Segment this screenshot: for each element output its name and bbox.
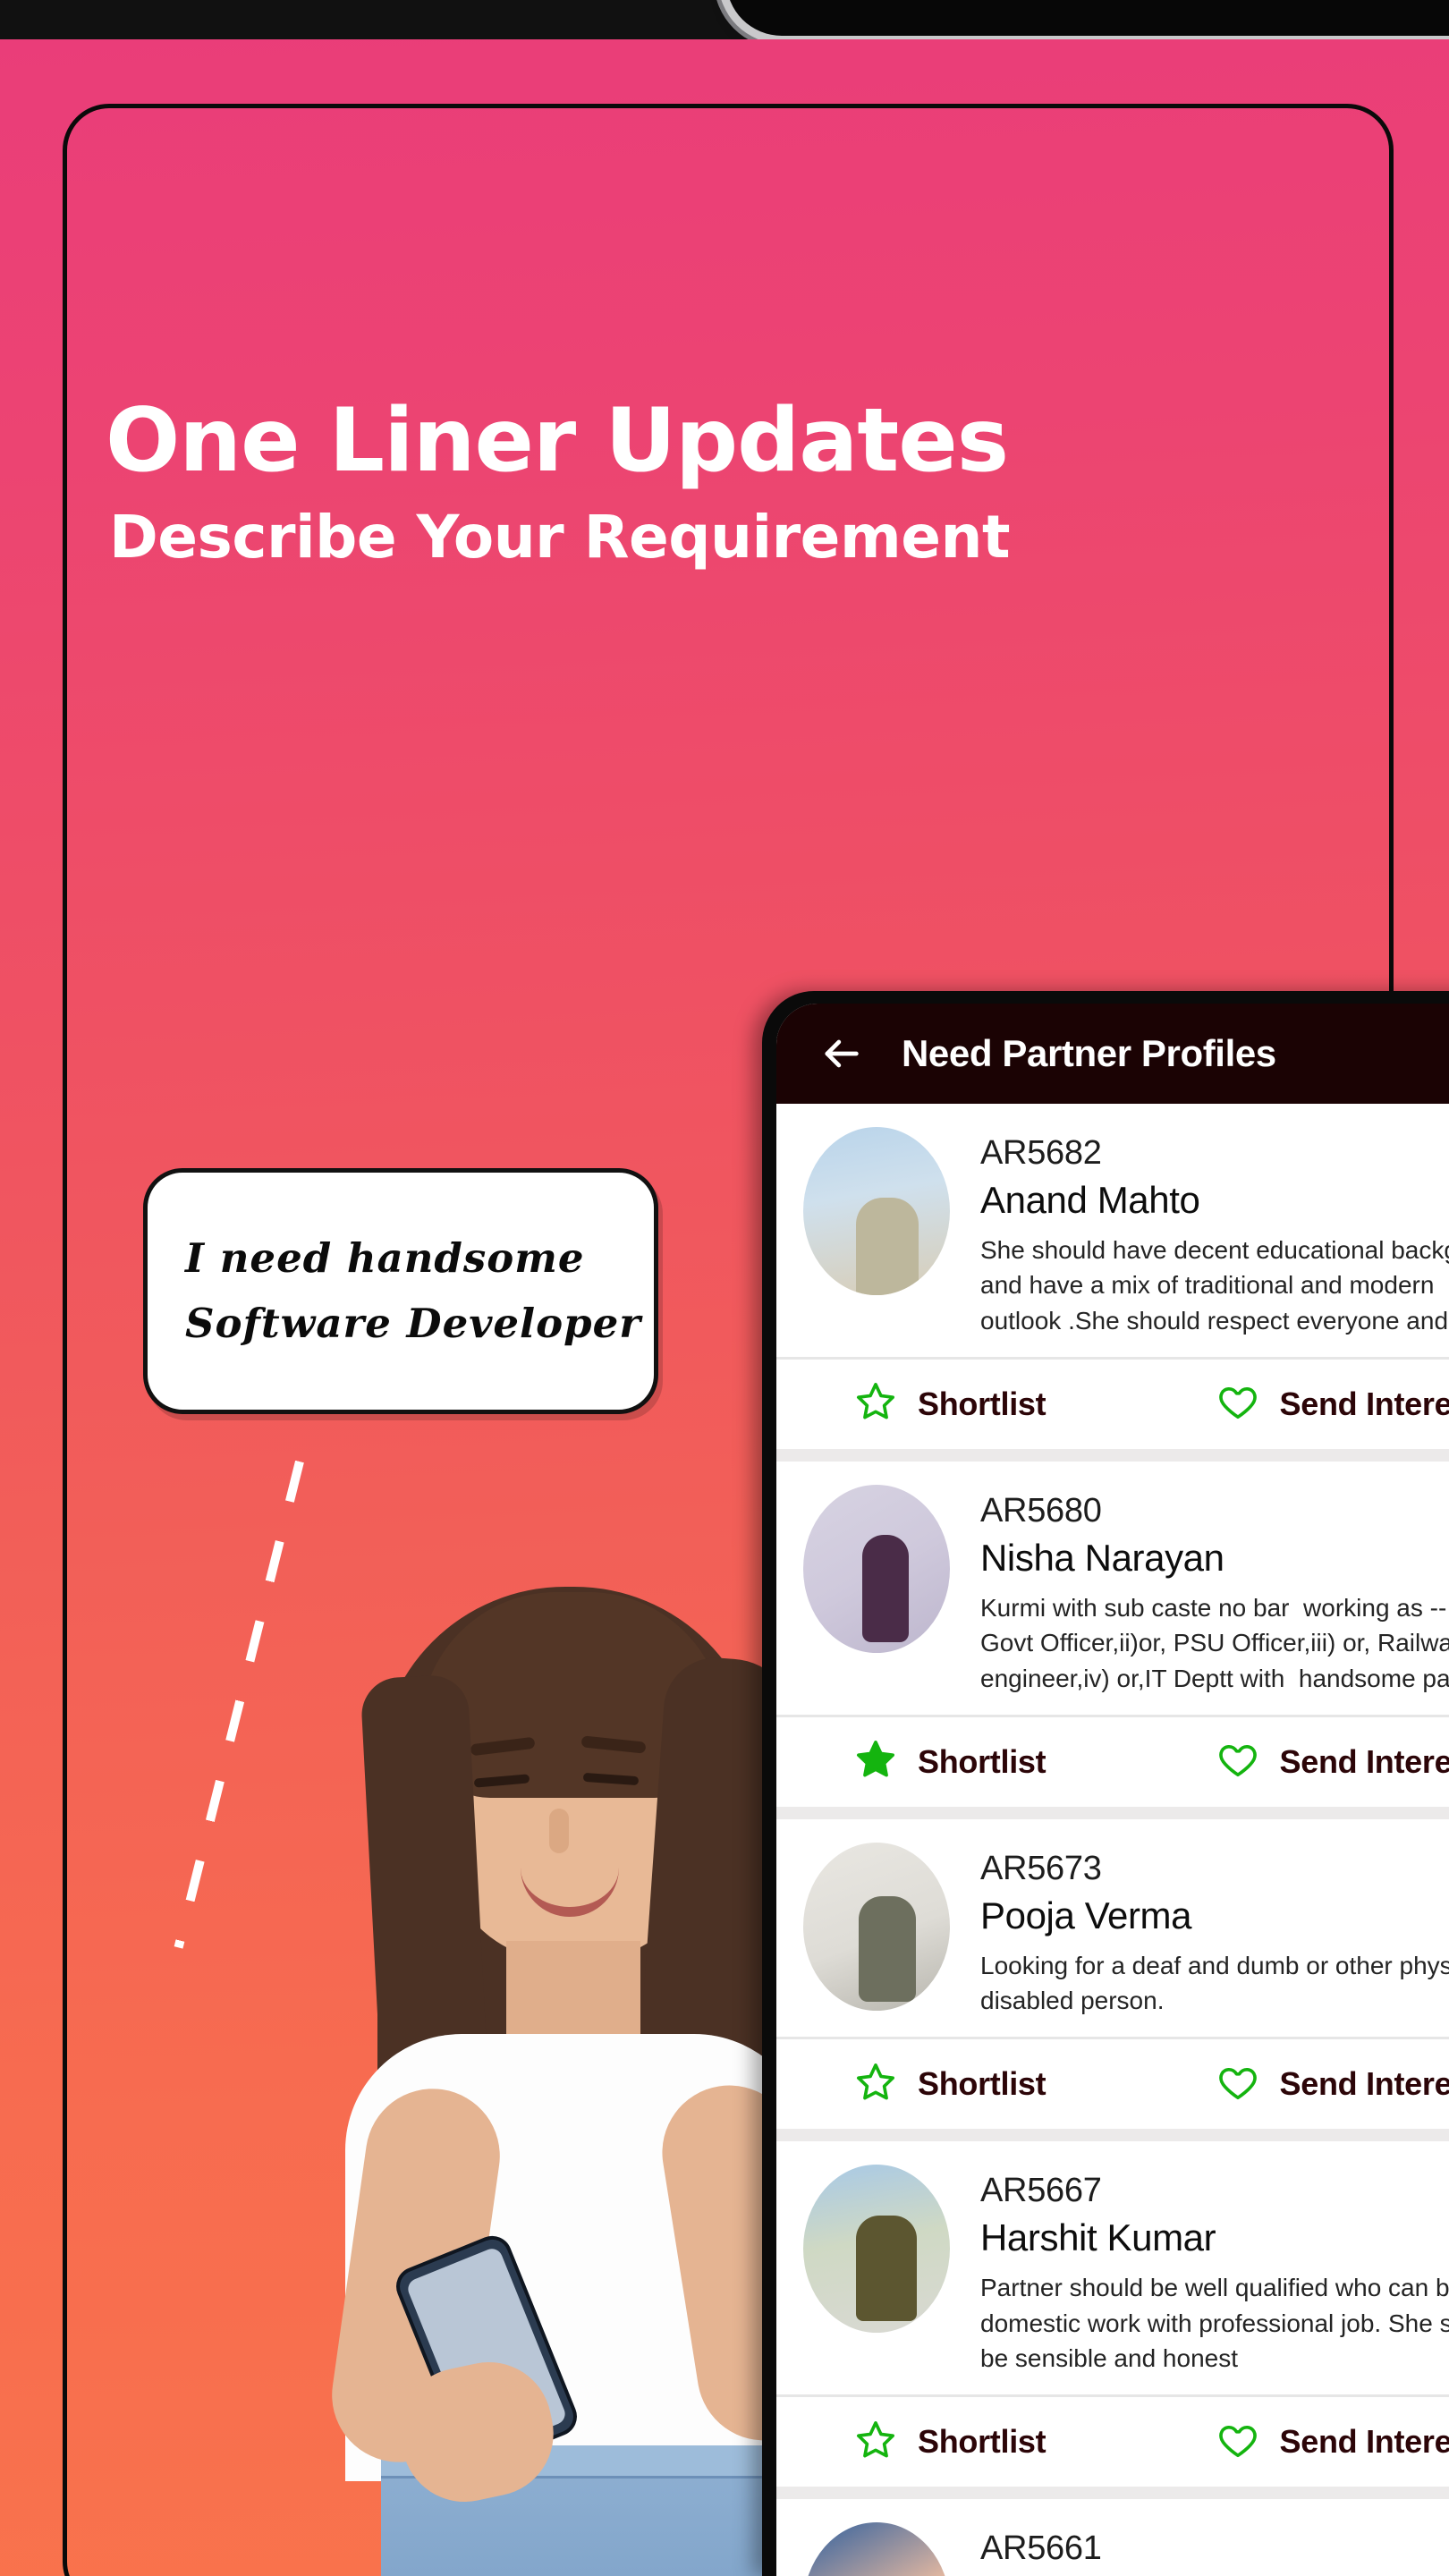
send-interest-button[interactable]: Send Interest — [1208, 1381, 1449, 1427]
poster-headings: One Liner Updates Describe Your Requirem… — [106, 397, 1304, 567]
avatar[interactable] — [803, 2522, 950, 2576]
page-title: One Liner Updates — [106, 390, 1009, 492]
profile-info: AR5680 Nisha Narayan Kurmi with sub caste … — [980, 1485, 1449, 1697]
profile-info: AR5661 Tarun Kumari — [980, 2522, 1449, 2576]
star-icon — [855, 2062, 896, 2107]
send-interest-label: Send Interest — [1279, 2423, 1449, 2461]
profile-id: AR5680 — [980, 1491, 1102, 1530]
send-interest-label: Send Interest — [1279, 2065, 1449, 2103]
shortlist-label: Shortlist — [918, 1742, 1046, 1780]
profile-name: Harshit Kumar — [980, 2216, 1216, 2259]
profile-name: Nisha Narayan — [980, 1537, 1224, 1580]
profile-list[interactable]: AR5682 Anand Mahto She should have decent … — [776, 1104, 1449, 2576]
avatar[interactable] — [803, 1842, 950, 2011]
shortlist-button[interactable]: Shortlist — [776, 1381, 1208, 1427]
profile-info: AR5673 Pooja Verma Looking for a deaf and … — [980, 1843, 1449, 2019]
profile-actions: Shortlist Send Interest — [776, 1714, 1449, 1807]
shortlist-label: Shortlist — [918, 1385, 1046, 1422]
shortlist-label: Shortlist — [918, 2065, 1046, 2103]
avatar[interactable] — [803, 2165, 950, 2334]
avatar[interactable] — [803, 1484, 950, 1653]
speech-bubble: I need handsome Software Developer — [143, 1168, 658, 1414]
app-bar: Need Partner Profiles — [776, 1004, 1449, 1104]
app-screen: Need Partner Profiles AR5682 Anand Mahto S… — [776, 1004, 1449, 2576]
profile-id: AR5682 — [980, 1134, 1102, 1172]
profile-name: Tarun Kumari — [980, 2572, 1449, 2576]
shortlist-label: Shortlist — [918, 2423, 1046, 2461]
avatar[interactable] — [803, 1127, 950, 1295]
heart-icon — [1217, 1739, 1258, 1784]
app-phone-device: Need Partner Profiles AR5682 Anand Mahto S… — [750, 979, 1449, 2576]
profile-actions: Shortlist Send Interest — [776, 1356, 1449, 1449]
profile-card-body[interactable]: AR5673 Pooja Verma Looking for a deaf and … — [776, 1819, 1449, 2037]
profile-actions: Shortlist Send Interest — [776, 2394, 1449, 2487]
profile-actions: Shortlist Send Interest — [776, 2037, 1449, 2129]
heart-icon — [1217, 1381, 1258, 1427]
profile-info: AR5667 Harshit Kumar Partner should be wel… — [980, 2165, 1449, 2377]
shortlist-button[interactable]: Shortlist — [776, 2419, 1208, 2465]
shortlist-button[interactable]: Shortlist — [776, 1739, 1208, 1784]
nose — [549, 1809, 569, 1853]
profile-description: Looking for a deaf and dumb or other phy… — [980, 1951, 1449, 2015]
send-interest-button[interactable]: Send Interest — [1208, 1739, 1449, 1784]
star-icon — [855, 1381, 896, 1427]
arrow-left-icon[interactable] — [818, 1030, 864, 1077]
shortlist-button[interactable]: Shortlist — [776, 2062, 1208, 2107]
profile-card[interactable]: AR5667 Harshit Kumar Partner should be wel… — [776, 2141, 1449, 2487]
profile-id: AR5661 — [980, 2529, 1102, 2568]
poster-stage: One Liner Updates Describe Your Requirem… — [0, 0, 1449, 2576]
send-interest-label: Send Interest — [1279, 1742, 1449, 1780]
profile-description: Partner should be well qualified who can… — [980, 2273, 1449, 2373]
profile-card-body[interactable]: AR5682 Anand Mahto She should have decent … — [776, 1104, 1449, 1357]
profile-description: She should have decent educational backg… — [980, 1235, 1449, 1335]
speech-bubble-line-2: Software Developer — [185, 1299, 641, 1347]
dashed-pointer-line — [174, 1460, 304, 1949]
send-interest-label: Send Interest — [1279, 1385, 1449, 1422]
top-device-edge — [726, 0, 1449, 36]
profile-id: AR5667 — [980, 2172, 1102, 2210]
page-subtitle: Describe Your Requirement — [109, 503, 1011, 572]
profile-info: AR5682 Anand Mahto She should have decent … — [980, 1127, 1449, 1339]
send-interest-button[interactable]: Send Interest — [1208, 2062, 1449, 2107]
profile-card[interactable]: AR5680 Nisha Narayan Kurmi with sub caste … — [776, 1461, 1449, 1807]
app-bar-title: Need Partner Profiles — [902, 1032, 1276, 1074]
profile-card[interactable]: AR5682 Anand Mahto She should have decent … — [776, 1104, 1449, 1449]
speech-bubble-line-1: I need handsome — [185, 1233, 585, 1282]
star-icon — [855, 1739, 896, 1784]
star-icon — [855, 2419, 896, 2465]
profile-name: Anand Mahto — [980, 1179, 1200, 1222]
profile-card[interactable]: AR5661 Tarun Kumari — [776, 2499, 1449, 2576]
send-interest-button[interactable]: Send Interest — [1208, 2419, 1449, 2465]
heart-icon — [1217, 2062, 1258, 2107]
profile-description: Kurmi with sub caste no bar working as -… — [980, 1593, 1449, 1693]
heart-icon — [1217, 2419, 1258, 2465]
profile-card-body[interactable]: AR5680 Nisha Narayan Kurmi with sub caste … — [776, 1462, 1449, 1715]
profile-card-body[interactable]: AR5661 Tarun Kumari — [776, 2499, 1449, 2576]
profile-name: Pooja Verma — [980, 1894, 1192, 1937]
profile-card-body[interactable]: AR5667 Harshit Kumar Partner should be wel… — [776, 2141, 1449, 2394]
profile-card[interactable]: AR5673 Pooja Verma Looking for a deaf and … — [776, 1818, 1449, 2130]
profile-id: AR5673 — [980, 1849, 1102, 1887]
